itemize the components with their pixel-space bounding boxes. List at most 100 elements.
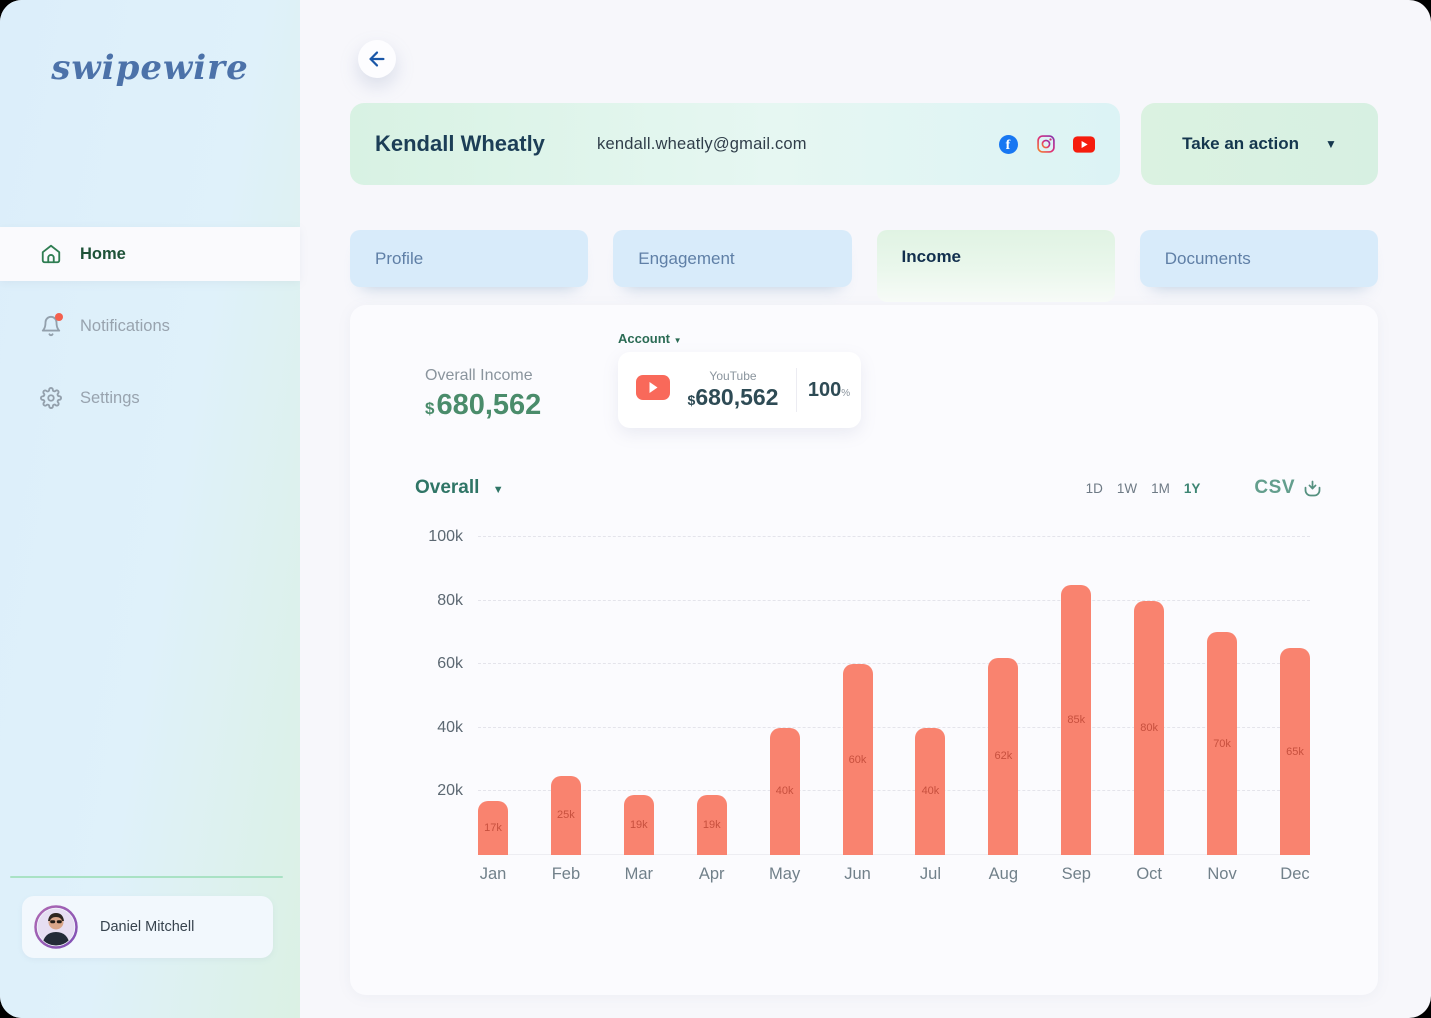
bar-value-label: 70k [1213,737,1231,750]
csv-export-button[interactable]: CSV [1254,477,1323,499]
income-bar-chart: 20k 40k 60k 80k 100k 17k 25k 19k 19k 40k 60k 40k 62k… [428,528,1310,884]
bar-jan: 17k [478,800,508,855]
bar-feb: 25k [550,775,581,855]
sidebar-item-label: Home [80,244,126,263]
download-icon [1304,480,1321,496]
youtube-account-card[interactable]: YouTube $680,562 100% [618,352,861,428]
bar-value-label: 17k [484,821,502,834]
home-icon [40,243,62,265]
chart-x-axis: Jan Feb Mar Apr May Jun Jul Aug Sep Oct Nov Dec [478,865,1310,884]
sidebar-item-settings[interactable]: Settings [0,371,300,425]
x-tick-label-nov: Nov [1207,865,1237,883]
bar-value-label: 60k [848,753,867,766]
sidebar-item-notifications[interactable]: Notifications [0,299,300,353]
take-action-label: Take an action [1182,134,1299,153]
bar-apr: 19k [696,794,727,855]
bar-value-label: 85k [1067,713,1086,726]
x-tick-label-jan: Jan [479,865,507,883]
bar-aug: 62k [988,657,1019,855]
bell-icon [40,313,63,337]
platform-income-value: $680,562 [670,384,796,411]
sidebar-divider [10,876,283,878]
y-tick-label: 20k [437,782,463,800]
bar-jul: 40k [915,727,946,855]
bar-value-label: 40k [921,785,940,798]
currency-symbol: $ [425,399,435,418]
x-tick-label-mar: Mar [624,865,654,883]
x-tick-label-jun: Jun [844,865,871,883]
youtube-icon[interactable] [1073,133,1095,155]
overall-income-summary: Overall Income $680,562 [425,367,541,422]
current-user-card[interactable]: Daniel Mitchell [22,896,273,958]
overall-income-value: $680,562 [425,389,541,422]
chart-header: Overall ▼ 1D 1W 1M 1Y CSV [415,477,1323,499]
percent-unit: % [841,387,851,399]
bar-value-label: 80k [1140,721,1159,734]
youtube-icon [636,375,670,405]
header-row: Kendall Wheatly kendall.wheatly@gmail.co… [350,103,1378,185]
range-button-1y[interactable]: 1Y [1184,481,1201,496]
sidebar-item-label: Notifications [80,316,170,335]
range-button-1m[interactable]: 1M [1151,481,1170,496]
platform-name: YouTube [709,369,757,383]
app-window: swipewire Home Notifications Settings Da… [0,0,1431,1018]
sidebar-item-label: Settings [80,388,140,407]
range-button-1d[interactable]: 1D [1086,481,1103,496]
chevron-down-icon: ▼ [492,484,504,496]
current-user-name: Daniel Mitchell [100,919,195,935]
x-tick-label-dec: Dec [1280,865,1310,883]
account-selector: Account ▼ YouTube $680,562 100% [618,331,861,428]
account-dropdown[interactable]: Account ▼ [618,331,861,346]
bar-value-label: 40k [775,785,794,798]
facebook-icon[interactable]: f [997,133,1019,155]
chart-range-controls: 1D 1W 1M 1Y CSV [1086,477,1323,499]
platform-income-amount: 680,562 [695,384,779,410]
arrow-left-icon [369,51,385,67]
range-button-1w[interactable]: 1W [1117,481,1137,496]
bar-sep: 85k [1061,584,1092,855]
sidebar-item-home[interactable]: Home [0,227,300,281]
x-tick-label-feb: Feb [551,865,581,883]
x-tick-label-may: May [769,865,801,883]
tab-documents[interactable]: Documents [1139,230,1378,287]
percent-value: 100 [807,378,842,401]
y-tick-label: 80k [437,591,463,609]
csv-label: CSV [1254,477,1295,498]
y-tick-label: 40k [437,718,463,736]
x-tick-label-aug: Aug [988,865,1019,883]
bar-value-label: 25k [557,809,575,822]
chart-plot: 20k 40k 60k 80k 100k 17k 25k 19k 19k 40k 60k 40k 62k… [428,528,1310,855]
tabs-row: Profile Engagement Income Documents [350,230,1378,302]
tab-label: Income [901,247,962,266]
creator-header-card: Kendall Wheatly kendall.wheatly@gmail.co… [350,103,1120,185]
bar-value-label: 65k [1286,745,1304,758]
creator-name: Kendall Wheatly [375,131,545,156]
creator-email: kendall.wheatly@gmail.com [597,134,807,153]
y-tick-label: 100k [428,528,463,545]
sidebar: swipewire Home Notifications Settings Da… [0,0,300,1018]
range-buttons: 1D 1W 1M 1Y [1086,481,1201,496]
bar-nov: 70k [1207,632,1238,855]
bar-oct: 80k [1134,600,1165,855]
instagram-icon[interactable] [1035,133,1057,155]
bar-value-label: 62k [994,750,1013,763]
sidebar-nav: Home Notifications Settings [0,227,300,425]
bar-may: 40k [769,727,800,855]
back-button[interactable] [358,40,396,78]
bar-dec: 65k [1279,648,1310,855]
tab-label: Documents [1164,248,1251,268]
tab-label: Profile [375,248,424,268]
tab-profile[interactable]: Profile [350,230,589,287]
tab-label: Engagement [638,248,735,268]
platform-income-percent: 100% [797,379,861,402]
tab-income[interactable]: Income [876,230,1115,302]
gear-icon [40,387,62,409]
series-dropdown-label: Overall [415,477,480,498]
series-dropdown[interactable]: Overall ▼ [415,477,504,499]
x-tick-label-apr: Apr [698,865,725,883]
x-tick-label-jul: Jul [919,865,941,883]
overall-income-label: Overall Income [425,367,533,384]
tab-engagement[interactable]: Engagement [613,230,852,287]
chevron-down-icon: ▼ [673,336,682,345]
take-action-button[interactable]: Take an action ▼ [1141,103,1378,185]
